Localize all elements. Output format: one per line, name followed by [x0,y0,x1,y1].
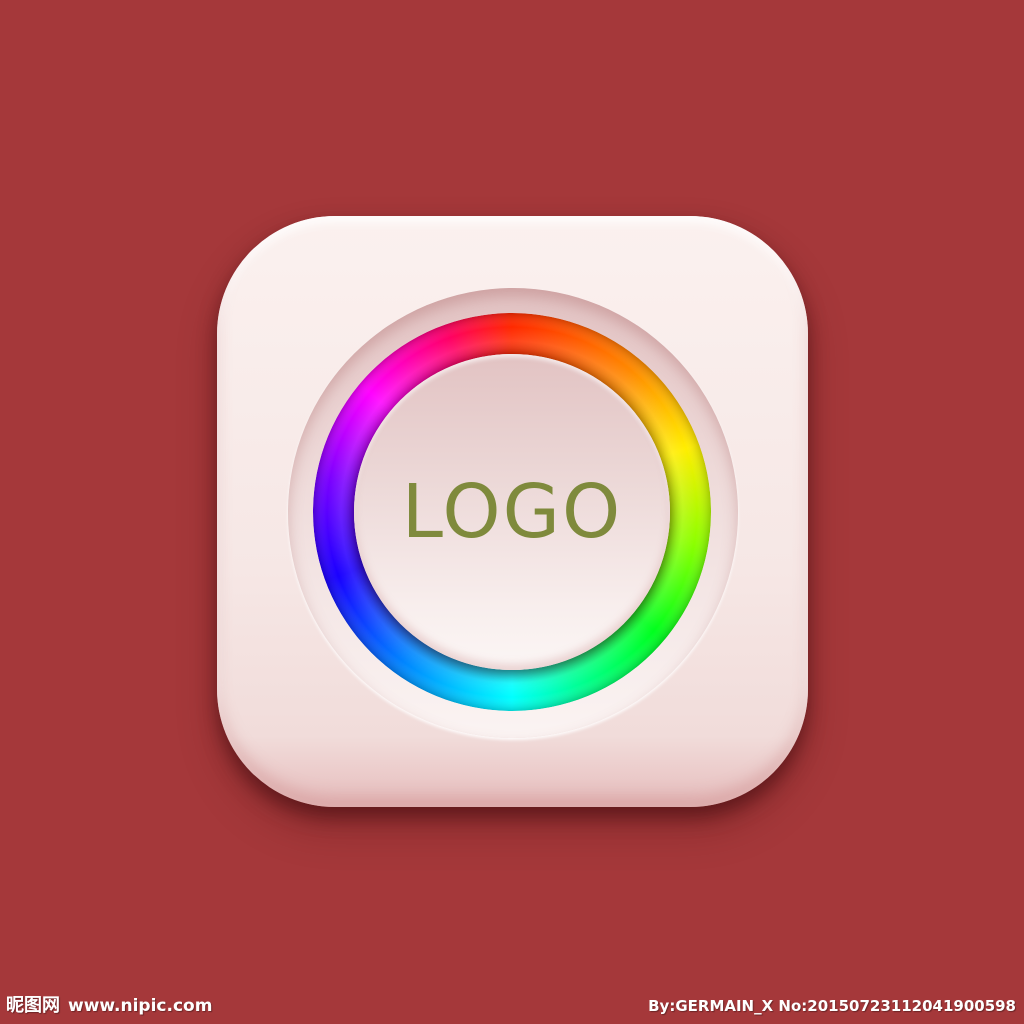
watermark-site-url: www.nipic.com [68,996,213,1016]
canvas: LOGO 昵图网 www.nipic.com By:GERMAIN_X No:20… [0,0,1024,1024]
watermark-site-name: 昵图网 [6,995,60,1016]
logo-text: LOGO [401,469,623,555]
watermark-credit: By:GERMAIN_X No:20150723112041900598 [648,997,1016,1015]
watermark-site: 昵图网 www.nipic.com [6,994,212,1018]
